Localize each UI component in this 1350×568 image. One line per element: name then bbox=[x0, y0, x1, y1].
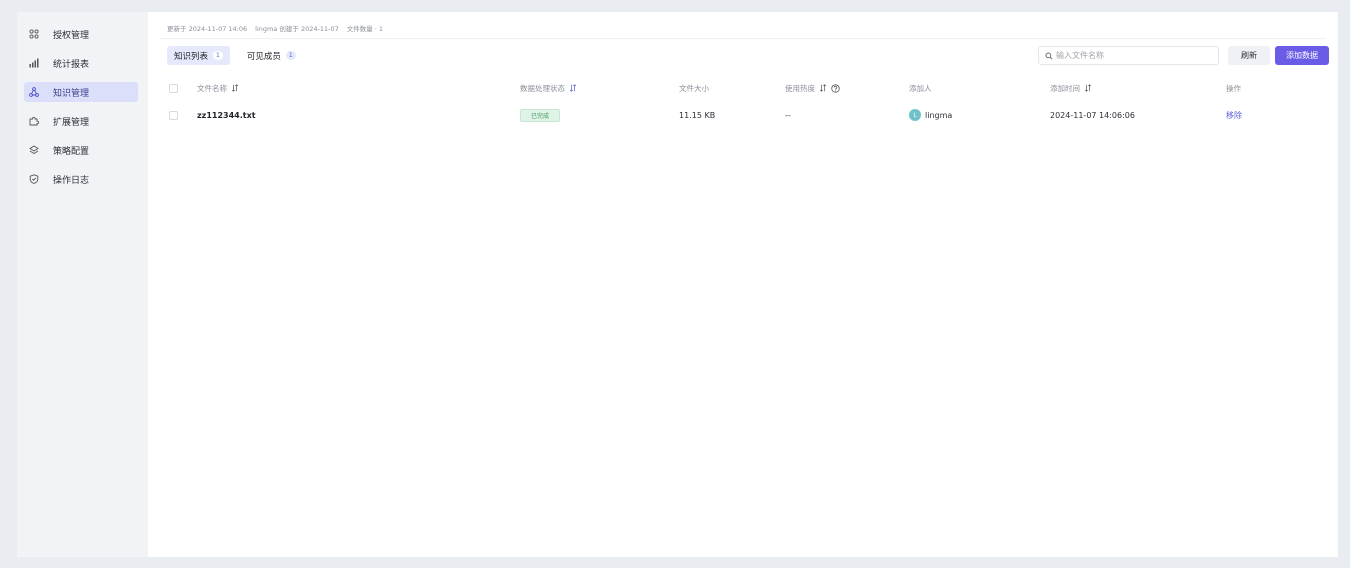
added-time: 2024-11-07 14:06:06 bbox=[1050, 110, 1135, 120]
header-time: 添加时间 bbox=[1050, 83, 1092, 94]
help-icon[interactable] bbox=[831, 83, 840, 93]
header-status: 数据处理状态 bbox=[520, 83, 577, 94]
table-header-row: 文件名称 数据处理状态 文件大小 使用热度 添加人 添加时间 操作 bbox=[166, 76, 1316, 100]
app-window: 授权管理 统计报表 知识管理 扩展管理 策略配置 操作日志 更新于 2024-1… bbox=[17, 12, 1338, 557]
file-size: 11.15 KB bbox=[679, 110, 716, 120]
grid-icon bbox=[29, 29, 39, 39]
cell-adder: L lingma bbox=[909, 109, 952, 121]
cell-time: 2024-11-07 14:06:06 bbox=[1050, 111, 1135, 120]
sidebar-item-stats[interactable]: 统计报表 bbox=[24, 53, 138, 73]
header-adder: 添加人 bbox=[909, 83, 932, 94]
layers-icon bbox=[29, 145, 39, 155]
select-all-cell bbox=[169, 83, 178, 93]
header-label: 文件名称 bbox=[197, 83, 227, 93]
header-heat: 使用热度 bbox=[785, 83, 840, 94]
meta-file-count: 文件数量 · 1 bbox=[346, 25, 384, 33]
refresh-button[interactable]: 刷新 bbox=[1228, 46, 1270, 65]
cell-size: 11.15 KB bbox=[679, 111, 715, 120]
cell-file-name: zz112344.txt bbox=[197, 111, 256, 120]
tab-count-badge: 1 bbox=[213, 51, 223, 60]
remove-link[interactable]: 移除 bbox=[1226, 110, 1242, 121]
sidebar-item-auth[interactable]: 授权管理 bbox=[24, 24, 138, 44]
header-label: 添加时间 bbox=[1050, 83, 1080, 93]
cell-status: 已完成 bbox=[520, 108, 561, 122]
file-name[interactable]: zz112344.txt bbox=[197, 111, 256, 120]
header-label: 添加人 bbox=[909, 83, 932, 93]
sort-icon[interactable] bbox=[231, 84, 239, 92]
sidebar-item-logs[interactable]: 操作日志 bbox=[24, 169, 138, 189]
row-select-cell bbox=[169, 110, 178, 120]
knowledge-table: 文件名称 数据处理状态 文件大小 使用热度 添加人 添加时间 操作 zz1123… bbox=[166, 76, 1316, 130]
tab-visible-members[interactable]: 可见成员 1 bbox=[240, 46, 303, 65]
knowledge-meta: 更新于 2024-11-07 14:06 lingma 创建于 2024-11-… bbox=[167, 23, 383, 33]
divider bbox=[160, 38, 1326, 39]
table-row[interactable]: zz112344.txt 已完成 11.15 KB -- L lingma 20… bbox=[166, 100, 1316, 130]
row-checkbox[interactable] bbox=[169, 110, 178, 120]
search-box bbox=[1038, 46, 1219, 65]
tab-bar: 知识列表 1 可见成员 1 bbox=[167, 46, 303, 65]
sort-icon[interactable] bbox=[569, 84, 577, 92]
header-label: 使用热度 bbox=[785, 83, 815, 93]
tab-label: 可见成员 bbox=[246, 51, 281, 62]
tab-knowledge-list[interactable]: 知识列表 1 bbox=[167, 46, 230, 65]
cell-heat: -- bbox=[785, 111, 791, 120]
puzzle-icon bbox=[29, 116, 39, 126]
header-name: 文件名称 bbox=[197, 83, 239, 94]
tab-label: 知识列表 bbox=[174, 51, 209, 62]
avatar: L bbox=[909, 109, 921, 121]
usage-heat: -- bbox=[785, 110, 791, 120]
status-badge: 已完成 bbox=[520, 108, 561, 122]
network-icon bbox=[29, 87, 39, 97]
sidebar-item-label: 知识管理 bbox=[53, 88, 90, 99]
meta-created: lingma 创建于 2024-11-07 bbox=[255, 25, 339, 33]
cell-action: 移除 bbox=[1226, 110, 1242, 121]
sort-icon[interactable] bbox=[819, 84, 827, 92]
header-label: 数据处理状态 bbox=[520, 83, 565, 93]
sidebar-item-label: 统计报表 bbox=[53, 59, 90, 70]
bar-chart-icon bbox=[29, 58, 39, 68]
meta-updated: 更新于 2024-11-07 14:06 bbox=[167, 25, 248, 33]
header-size: 文件大小 bbox=[679, 83, 709, 94]
sidebar-item-knowledge[interactable]: 知识管理 bbox=[24, 82, 138, 102]
main-content: 更新于 2024-11-07 14:06 lingma 创建于 2024-11-… bbox=[148, 12, 1338, 557]
header-action: 操作 bbox=[1226, 83, 1241, 94]
sidebar-item-policy[interactable]: 策略配置 bbox=[24, 140, 138, 160]
search-icon bbox=[1045, 51, 1053, 60]
search-input[interactable] bbox=[1056, 51, 1216, 60]
sidebar: 授权管理 统计报表 知识管理 扩展管理 策略配置 操作日志 bbox=[17, 12, 148, 557]
header-label: 文件大小 bbox=[679, 83, 709, 93]
sidebar-item-label: 操作日志 bbox=[53, 175, 90, 186]
sidebar-item-label: 策略配置 bbox=[53, 146, 90, 157]
sidebar-item-label: 扩展管理 bbox=[53, 117, 90, 128]
sidebar-item-label: 授权管理 bbox=[53, 30, 90, 41]
add-data-button[interactable]: 添加数据 bbox=[1275, 46, 1329, 65]
tab-count-badge: 1 bbox=[285, 51, 296, 60]
sort-icon[interactable] bbox=[1084, 84, 1092, 92]
header-label: 操作 bbox=[1226, 83, 1241, 93]
shield-icon bbox=[29, 174, 39, 184]
adder-name: lingma bbox=[925, 110, 953, 120]
sidebar-item-extensions[interactable]: 扩展管理 bbox=[24, 111, 138, 131]
select-all-checkbox[interactable] bbox=[169, 83, 178, 93]
